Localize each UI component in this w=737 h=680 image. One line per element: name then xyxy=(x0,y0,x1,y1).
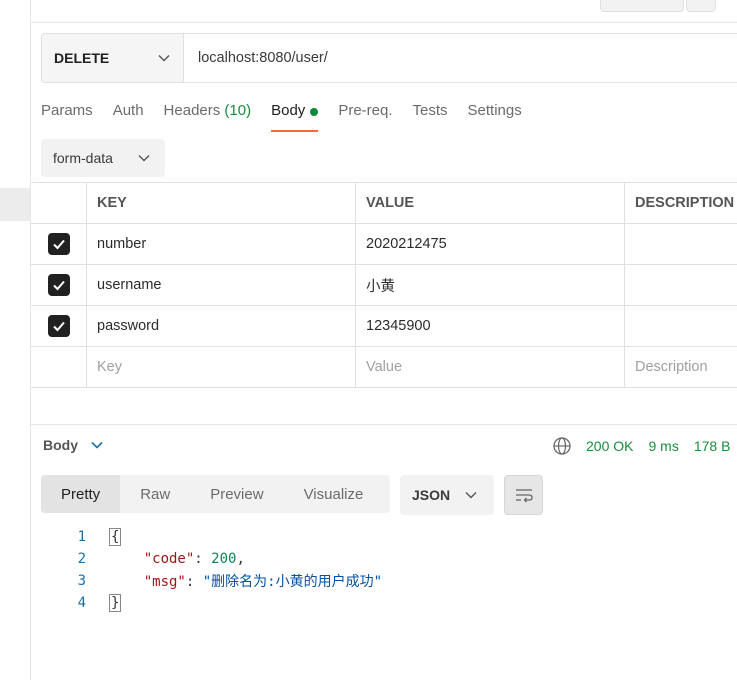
tab-raw[interactable]: Raw xyxy=(120,475,190,513)
response-view-tabs: Pretty Raw Preview Visualize xyxy=(41,475,390,513)
line-number: 2 xyxy=(77,551,86,567)
toolbar-more-button[interactable] xyxy=(686,0,716,12)
headers-count: (10) xyxy=(224,102,252,119)
sidebar-selected-item[interactable] xyxy=(0,188,30,221)
request-tabs: Params Auth Headers (10) Body Pre-req. T… xyxy=(41,102,542,132)
row-key[interactable]: username xyxy=(87,265,356,305)
row-checkbox[interactable] xyxy=(47,315,70,337)
json-key: "msg" xyxy=(143,574,186,590)
json-value: "删除名为:小黄的用户成功" xyxy=(202,574,383,590)
response-status-bar: 200 OK 9 ms 178 B xyxy=(552,436,737,456)
globe-icon[interactable] xyxy=(552,436,572,456)
left-sidebar xyxy=(0,0,31,680)
tab-label: Settings xyxy=(467,102,522,119)
row-value[interactable]: 2020212475 xyxy=(356,224,625,264)
response-size[interactable]: 178 B xyxy=(694,438,731,454)
tab-settings[interactable]: Settings xyxy=(468,102,522,132)
code-line: 4 } xyxy=(31,592,737,614)
checkmark-icon xyxy=(52,321,65,332)
tab-label: Tests xyxy=(412,102,448,119)
row-checkbox[interactable] xyxy=(47,274,70,296)
row-key[interactable]: password xyxy=(87,306,356,346)
header-key: KEY xyxy=(87,183,356,223)
body-indicator-dot xyxy=(310,108,319,116)
row-check-cell xyxy=(31,306,87,346)
code-line: 3 "msg": "删除名为:小黄的用户成功" xyxy=(31,570,737,592)
code-line: 1 { xyxy=(31,526,737,548)
row-check-cell xyxy=(31,347,87,387)
row-key[interactable]: number xyxy=(87,224,356,264)
body-mode-label: form-data xyxy=(53,150,113,166)
response-body-select[interactable]: Body xyxy=(43,437,104,453)
tab-label: Body xyxy=(271,102,306,119)
header-check-cell xyxy=(31,183,87,223)
json-key: "code" xyxy=(143,551,195,567)
tab-label: Headers xyxy=(163,102,221,119)
brace-close: } xyxy=(109,594,122,612)
line-number: 1 xyxy=(77,529,86,545)
header-description: DESCRIPTION xyxy=(635,195,735,211)
tab-label: Params xyxy=(41,102,93,119)
tab-auth[interactable]: Auth xyxy=(113,102,144,132)
form-data-table: KEY VALUE DESCRIPTION number 2020212475 … xyxy=(31,182,737,388)
format-label: JSON xyxy=(412,487,451,503)
new-description-input[interactable]: Description xyxy=(625,347,737,387)
request-bar: DELETE localhost:8080/user/ xyxy=(41,33,737,83)
row-value[interactable]: 小黄 xyxy=(356,265,625,305)
line-number: 4 xyxy=(77,595,86,611)
row-check-cell xyxy=(31,224,87,264)
tab-label: Pre-req. xyxy=(338,102,393,119)
table-new-row: Key Value Description xyxy=(31,347,737,388)
method-select[interactable]: DELETE xyxy=(42,34,184,82)
checkmark-icon xyxy=(52,239,65,250)
tab-tests[interactable]: Tests xyxy=(413,102,448,132)
wrap-lines-button[interactable] xyxy=(504,475,543,515)
header-value: VALUE xyxy=(356,183,625,223)
response-time[interactable]: 9 ms xyxy=(648,438,678,454)
checkmark-icon xyxy=(52,280,65,291)
row-check-cell xyxy=(31,265,87,305)
tab-pretty[interactable]: Pretty xyxy=(41,475,121,513)
status-code[interactable]: 200 OK xyxy=(586,438,633,454)
tab-preview[interactable]: Preview xyxy=(190,475,283,513)
table-header-row: KEY VALUE DESCRIPTION xyxy=(31,183,737,224)
json-value: 200 xyxy=(211,551,237,567)
response-code-viewer[interactable]: 1 { 2 "code": 200, 3 "msg": "删除名为:小黄的用户成… xyxy=(31,526,737,614)
new-key-input[interactable]: Key xyxy=(87,347,356,387)
tab-params[interactable]: Params xyxy=(41,102,93,132)
toolbar-button[interactable] xyxy=(600,0,684,12)
brace-open: { xyxy=(109,528,122,546)
response-title: Body xyxy=(43,437,78,453)
tab-body[interactable]: Body xyxy=(271,102,319,132)
format-select[interactable]: JSON xyxy=(400,475,494,515)
tab-pre-request[interactable]: Pre-req. xyxy=(338,102,392,132)
pane-divider[interactable] xyxy=(31,424,737,425)
table-row: number 2020212475 xyxy=(31,224,737,265)
wrap-lines-icon xyxy=(515,489,533,503)
row-description[interactable] xyxy=(625,265,737,305)
chevron-down-icon xyxy=(91,441,103,449)
row-value[interactable]: 12345900 xyxy=(356,306,625,346)
table-row: username 小黄 xyxy=(31,265,737,306)
chevron-down-icon xyxy=(158,55,170,62)
body-mode-select[interactable]: form-data xyxy=(41,139,165,177)
row-description[interactable] xyxy=(625,306,737,346)
table-row: password 12345900 xyxy=(31,306,737,347)
url-text: localhost:8080/user/ xyxy=(198,50,328,66)
line-number: 3 xyxy=(77,573,86,589)
tab-visualize[interactable]: Visualize xyxy=(284,475,384,513)
postman-window: DELETE localhost:8080/user/ Params Auth … xyxy=(0,0,737,680)
method-label: DELETE xyxy=(54,50,110,66)
tab-headers[interactable]: Headers (10) xyxy=(164,102,252,132)
url-input[interactable]: localhost:8080/user/ xyxy=(184,34,737,82)
chevron-down-icon xyxy=(138,155,150,162)
row-description[interactable] xyxy=(625,224,737,264)
tab-label: Auth xyxy=(112,102,144,119)
new-value-input[interactable]: Value xyxy=(356,347,625,387)
chevron-down-icon xyxy=(465,492,477,499)
code-line: 2 "code": 200, xyxy=(31,548,737,570)
row-checkbox[interactable] xyxy=(47,233,70,255)
top-toolbar xyxy=(31,0,737,23)
